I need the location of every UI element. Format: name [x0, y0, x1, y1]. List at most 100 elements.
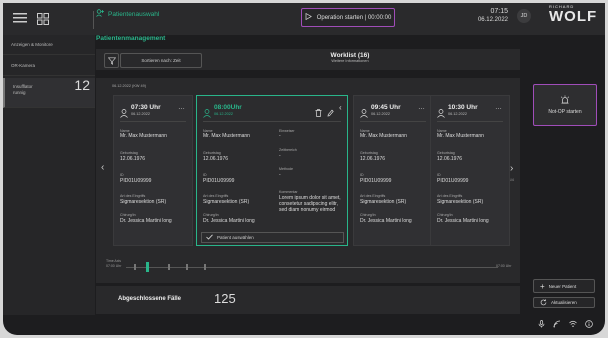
refresh-icon	[540, 298, 547, 307]
patient-card[interactable]: 09:45 Uhr 06.12.2022 … Name Mr. Max Must…	[353, 95, 433, 246]
collapse-icon[interactable]: ‹	[339, 103, 342, 112]
clock-time: 07:15	[490, 8, 508, 15]
period-value: -	[279, 153, 281, 159]
emergency-op-button[interactable]: Not-OP starten	[533, 84, 597, 126]
filter-button[interactable]	[104, 53, 119, 68]
insurance-value: -	[279, 133, 281, 139]
surgeon-value: Dr. Jessica Martini long	[203, 218, 255, 224]
pid-value: PID01U09999	[120, 178, 152, 184]
select-patient-button[interactable]: Patient auswählen	[201, 232, 344, 243]
surgeon-label: Chirurg/in	[203, 213, 219, 217]
surgeon-value: Dr. Jessica Martini long	[120, 218, 172, 224]
procedure-label: Art des Eingriffs	[437, 194, 463, 198]
completed-cases-count: 125	[214, 291, 236, 306]
procedure-value: Sigmaresektion (SR)	[360, 199, 407, 205]
more-icon[interactable]: …	[418, 104, 425, 111]
add-patient-icon	[96, 9, 104, 19]
procedure-label: Art des Eingriffs	[120, 194, 146, 198]
birthday-value: 12.06.1976	[437, 156, 463, 162]
new-patient-button[interactable]: + Neuer Patient	[533, 279, 595, 293]
patient-card-selected[interactable]: 08:00Uhr 06.12.2022 ‹ Name Mr. Max Muste…	[196, 95, 348, 246]
name-value: Mr. Max Mustermann	[437, 133, 484, 139]
pid-label: ID	[360, 173, 364, 177]
patient-card[interactable]: 07:30 Uhr 06.12.2022 … Name Mr. Max Must…	[113, 95, 193, 246]
patient-select[interactable]: Patientenauswahl	[96, 9, 159, 19]
divider	[360, 121, 426, 122]
plus-icon: +	[540, 281, 545, 291]
method-value: -	[279, 172, 281, 178]
person-icon	[360, 105, 368, 118]
edit-icon[interactable]	[327, 104, 334, 122]
surgeon-value: Dr. Jessica Martini long	[360, 218, 412, 224]
timeline-event[interactable]	[186, 264, 188, 270]
comment-label: Kommentar	[279, 190, 298, 194]
pid-value: PID01U09999	[437, 178, 469, 184]
next-arrow-icon[interactable]: ›	[510, 163, 513, 174]
pid-label: ID	[437, 173, 441, 177]
more-icon[interactable]: …	[178, 104, 185, 111]
prev-arrow-icon[interactable]: ‹	[101, 162, 104, 173]
brand-logo: RICHARD WOLF	[549, 4, 597, 28]
surgeon-label: Chirurg/in	[120, 213, 136, 217]
insufflator-value: 12	[74, 77, 90, 93]
sidebar-item-insufflator[interactable]: Insufflator runnig 12	[3, 78, 95, 108]
birthday-label: Geburtstag	[437, 151, 455, 155]
surgeon-label: Chirurg/in	[437, 213, 453, 217]
filter-icon	[107, 52, 116, 70]
clock: 07:15 06.12.2022	[468, 8, 508, 24]
logo-big-text: WOLF	[549, 8, 598, 25]
timeline-current-marker	[146, 262, 149, 272]
pid-label: ID	[120, 173, 124, 177]
person-icon	[120, 105, 128, 118]
card-time: 08:00Uhr	[214, 104, 242, 111]
surgeon-value: Dr. Jessica Martini long	[437, 218, 489, 224]
timeline[interactable]: Time Axis 07:00 Uhr 07:00 Uhr	[106, 259, 516, 275]
birthday-value: 12.06.1976	[203, 156, 229, 162]
procedure-value: Sigmaresektion (SR)	[120, 199, 167, 205]
timeline-event[interactable]	[134, 264, 136, 270]
clock-date: 06.12.2022	[477, 17, 508, 23]
worklist-title: Worklist (16)	[330, 52, 370, 59]
timeline-end-time: 07:00 Uhr	[496, 264, 512, 268]
sidebar-item-or-camera[interactable]: OR-Kamera	[3, 56, 95, 76]
timeline-event[interactable]	[168, 264, 170, 270]
patient-select-label: Patientenauswahl	[108, 10, 160, 18]
more-icon[interactable]: …	[495, 104, 502, 111]
start-operation-button[interactable]: Operation starten | 00:00:00	[301, 8, 395, 27]
patient-card[interactable]: 10:30 Uhr 06.12.2022 … Name Mr. Max Must…	[430, 95, 510, 246]
divider	[437, 121, 503, 122]
card-date: 06.12.2022	[214, 112, 234, 116]
signal-icon[interactable]	[553, 320, 561, 330]
status-bar	[538, 320, 593, 330]
worklist-subtitle: Weitere Informationen	[331, 59, 369, 63]
card-time: 07:30 Uhr	[131, 104, 161, 111]
birthday-label: Geburtstag	[120, 151, 138, 155]
trash-icon[interactable]	[315, 104, 322, 122]
timeline-track	[126, 267, 498, 268]
completed-cases-label: Abgeschlossene Fälle	[118, 296, 182, 302]
refresh-button[interactable]: Aktualisieren	[533, 297, 595, 308]
grid-icon[interactable]	[36, 12, 50, 26]
procedure-label: Art des Eingriffs	[360, 194, 386, 198]
sort-button[interactable]: Sortieren nach: Zeit	[120, 53, 202, 68]
card-date: 06.12.2022	[448, 112, 468, 116]
wifi-icon[interactable]	[569, 320, 577, 330]
avatar[interactable]: JD	[517, 9, 531, 23]
divider	[120, 121, 186, 122]
info-icon[interactable]	[585, 320, 593, 330]
emergency-op-label: Not-OP starten	[548, 109, 582, 115]
timeline-event[interactable]	[204, 264, 206, 270]
select-patient-label: Patient auswählen	[217, 235, 254, 240]
card-date: 06.12.2022	[131, 112, 151, 116]
pid-value: PID01U09999	[203, 178, 235, 184]
worklist-header[interactable]: Worklist (16) Weitere Informationen	[300, 52, 400, 63]
check-icon	[206, 234, 213, 241]
birthday-value: 12.06.1976	[120, 156, 146, 162]
sidebar-item-displays[interactable]: Anzeigen & Monitore	[3, 35, 95, 55]
alarm-icon	[560, 95, 570, 106]
birthday-label: Geburtstag	[360, 151, 378, 155]
new-patient-label: Neuer Patient	[548, 283, 577, 289]
microphone-icon[interactable]	[538, 320, 545, 330]
comment-value: Lorem ipsum dolor sit amet, consetetur s…	[279, 195, 341, 213]
menu-icon[interactable]	[13, 12, 27, 24]
